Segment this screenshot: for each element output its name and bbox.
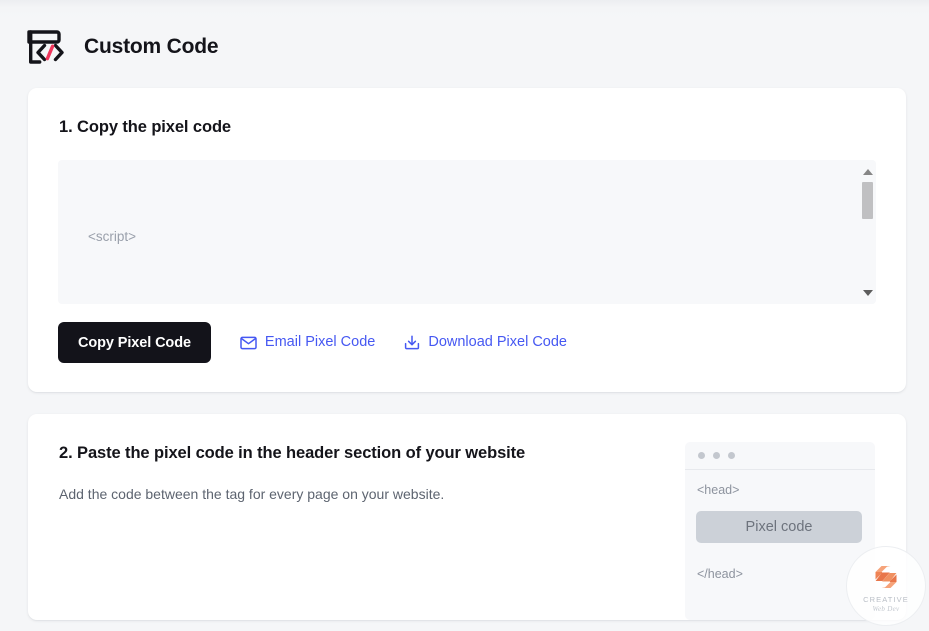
copy-pixel-code-card: 1. Copy the pixel code <script> !functio… — [28, 88, 906, 392]
window-dot-icon — [728, 452, 735, 459]
custom-code-icon — [27, 30, 64, 64]
creative-swirl-logo — [875, 565, 897, 588]
copy-pixel-code-button[interactable]: Copy Pixel Code — [58, 322, 211, 363]
page-header: Custom Code — [24, 22, 219, 72]
envelope-icon — [240, 336, 257, 349]
paste-description: Add the code between the tag for every p… — [59, 486, 445, 502]
creative-web-dev-watermark: CREATIVE Web Dev — [846, 546, 926, 626]
mockup-head-close-tag: </head> — [697, 567, 743, 581]
page-root: Custom Code 1. Copy the pixel code <scri… — [0, 0, 929, 631]
window-dot-icon — [713, 452, 720, 459]
mockup-titlebar — [685, 442, 875, 470]
mockup-pixel-code-chip[interactable]: Pixel code — [696, 511, 862, 543]
watermark-name: CREATIVE — [863, 594, 909, 604]
scrollbar-thumb[interactable] — [862, 182, 873, 219]
window-dot-icon — [698, 452, 705, 459]
page-title: Custom Code — [84, 35, 219, 58]
email-pixel-code-link[interactable]: Email Pixel Code — [240, 335, 375, 350]
copy-actions-row: Copy Pixel Code Email Pixel Code Downloa… — [58, 322, 567, 363]
chevron-up-icon — [862, 168, 873, 175]
mockup-head-open-tag: <head> — [697, 483, 740, 497]
watermark-subtitle: Web Dev — [872, 604, 900, 613]
download-pixel-code-label: Download Pixel Code — [428, 334, 567, 351]
pixel-code-block[interactable]: <script> !function (w, d, t) { w.TiktokA… — [58, 160, 876, 304]
pixel-code-text: <script> !function (w, d, t) { w.TiktokA… — [88, 174, 842, 304]
download-pixel-code-link[interactable]: Download Pixel Code — [404, 335, 567, 350]
scroll-up-button[interactable] — [859, 163, 876, 180]
paste-pixel-code-card: 2. Paste the pixel code in the header se… — [28, 414, 906, 620]
paste-step-title: 2. Paste the pixel code in the header se… — [59, 444, 526, 462]
download-icon — [405, 335, 420, 350]
email-pixel-code-label: Email Pixel Code — [264, 334, 376, 351]
code-line: <script> — [88, 229, 137, 245]
chevron-down-icon — [862, 289, 873, 296]
code-scrollbar[interactable] — [859, 160, 876, 304]
copy-step-title: 1. Copy the pixel code — [59, 118, 232, 136]
scroll-down-button[interactable] — [859, 284, 876, 301]
code-line: !function (w, d, t) { — [88, 300, 842, 304]
